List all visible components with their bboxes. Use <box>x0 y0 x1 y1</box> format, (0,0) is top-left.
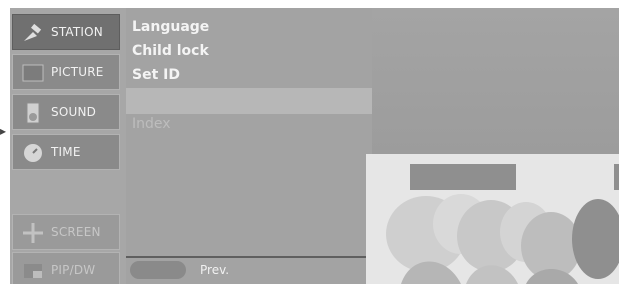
submenu-item-set-id[interactable]: Set ID <box>132 63 180 87</box>
preview-image <box>366 154 619 284</box>
image-label-box <box>614 164 619 190</box>
tv-osd-screen: STATION PICTURE SOUND TIME SCREEN PIP/DW… <box>10 8 619 284</box>
sidebar-item-label: SCREEN <box>51 225 101 239</box>
prev-label: Prev. <box>200 263 230 277</box>
sidebar-item-label: TIME <box>51 145 81 159</box>
satellite-icon <box>24 23 42 41</box>
picture-icon <box>22 64 44 82</box>
sidebar-item-screen[interactable]: SCREEN <box>12 214 120 250</box>
pointer-arrow-icon: ▸ <box>0 124 7 138</box>
screen-adjust-icon <box>23 223 43 243</box>
menu-background <box>370 8 619 156</box>
sidebar-item-time[interactable]: TIME <box>12 134 120 170</box>
submenu-item-child-lock[interactable]: Child lock <box>132 39 209 63</box>
image-label-box <box>410 164 516 190</box>
menu-divider <box>126 256 372 258</box>
submenu-item-index[interactable]: Index <box>132 112 171 136</box>
pip-icon <box>24 264 42 278</box>
sidebar-item-label: STATION <box>51 25 103 39</box>
speaker-icon <box>26 102 40 124</box>
clock-icon <box>24 144 42 162</box>
sidebar-item-label: PIP/DW <box>51 263 96 277</box>
selection-highlight <box>126 88 372 114</box>
sidebar: STATION PICTURE SOUND TIME SCREEN PIP/DW <box>10 8 126 284</box>
sidebar-item-label: PICTURE <box>51 65 104 79</box>
sidebar-item-picture[interactable]: PICTURE <box>12 54 120 90</box>
prev-button[interactable] <box>130 261 186 279</box>
sidebar-item-label: SOUND <box>51 105 97 119</box>
sidebar-item-station[interactable]: STATION <box>12 14 120 50</box>
submenu-item-language[interactable]: Language <box>132 15 209 39</box>
sidebar-item-sound[interactable]: SOUND <box>12 94 120 130</box>
sidebar-item-pip[interactable]: PIP/DW <box>12 252 120 284</box>
